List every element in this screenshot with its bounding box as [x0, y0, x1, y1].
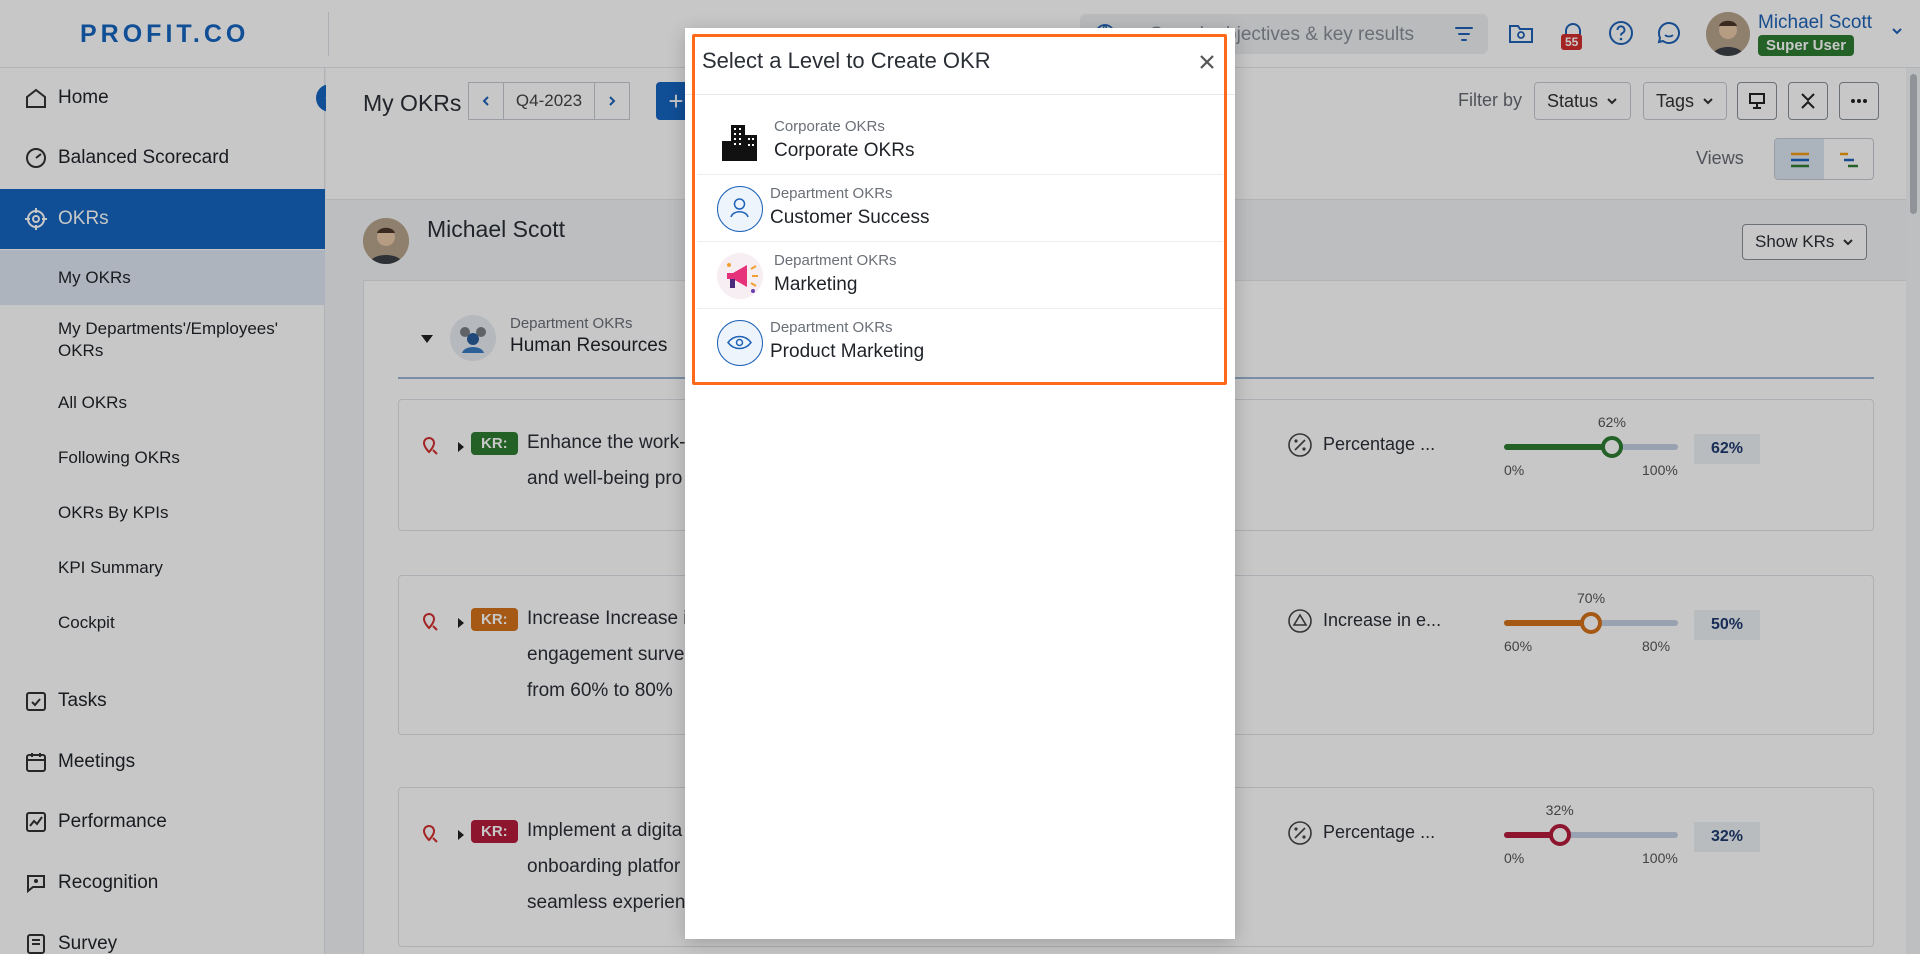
level-list-highlight	[692, 34, 1227, 385]
